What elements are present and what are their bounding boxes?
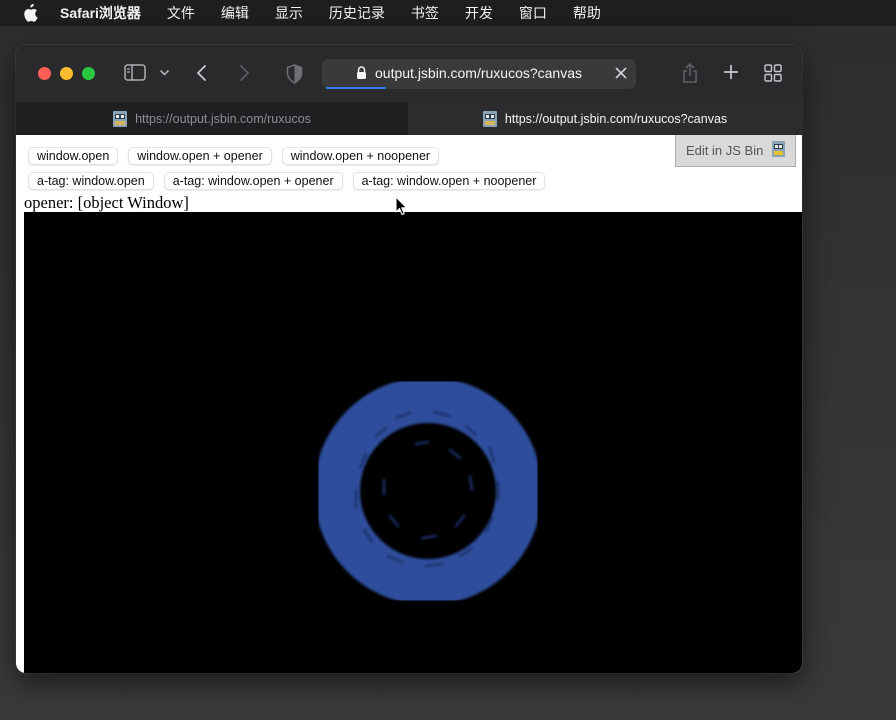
jsbin-logo-icon	[772, 141, 786, 160]
tab-title: https://output.jsbin.com/ruxucos?canvas	[504, 111, 728, 126]
menu-bar: Safari浏览器 文件 编辑 显示 历史记录 书签 开发 窗口 帮助	[0, 0, 896, 26]
web-page: window.open window.open + opener window.…	[16, 135, 802, 673]
mouse-cursor-icon	[395, 196, 408, 221]
tab-bar: https://output.jsbin.com/ruxucos https:/…	[16, 102, 802, 135]
page-load-progress	[326, 87, 386, 89]
new-tab-icon[interactable]	[723, 64, 739, 80]
tab-title: https://output.jsbin.com/ruxucos	[135, 111, 311, 126]
menu-edit[interactable]: 编辑	[221, 3, 249, 23]
edit-in-jsbin-link[interactable]: Edit in JS Bin	[675, 135, 796, 167]
clear-url-icon[interactable]	[614, 66, 628, 85]
atag-window-open-opener-button[interactable]: a-tag: window.open + opener	[163, 172, 343, 190]
opener-status-text: opener: [object Window]	[24, 193, 189, 212]
privacy-shield-icon[interactable]	[286, 64, 303, 84]
jsbin-favicon-icon	[482, 110, 497, 127]
forward-icon[interactable]	[238, 64, 250, 82]
menu-develop[interactable]: 开发	[465, 3, 493, 23]
webgl-canvas[interactable]	[24, 212, 802, 673]
apple-logo-icon[interactable]	[22, 3, 42, 23]
url-text[interactable]: output.jsbin.com/ruxucos?canvas	[375, 65, 582, 81]
menu-help[interactable]: 帮助	[573, 3, 601, 23]
window-open-button[interactable]: window.open	[28, 147, 119, 165]
tab-ruxucos-canvas[interactable]: https://output.jsbin.com/ruxucos?canvas	[408, 102, 802, 135]
tab-ruxucos[interactable]: https://output.jsbin.com/ruxucos	[16, 102, 408, 135]
safari-window: output.jsbin.com/ruxucos?canvas https://…	[16, 45, 802, 673]
minimize-window-button[interactable]	[60, 67, 73, 80]
button-row-2: a-tag: window.open a-tag: window.open + …	[28, 172, 555, 190]
menu-file[interactable]: 文件	[167, 3, 195, 23]
close-window-button[interactable]	[38, 67, 51, 80]
back-icon[interactable]	[196, 64, 208, 82]
menu-bookmarks[interactable]: 书签	[411, 3, 439, 23]
menu-view[interactable]: 显示	[275, 3, 303, 23]
tab-overview-icon[interactable]	[764, 64, 782, 82]
lock-icon	[356, 66, 367, 85]
chevron-down-icon[interactable]	[159, 69, 170, 77]
menu-window[interactable]: 窗口	[519, 3, 547, 23]
canvas-drawing	[314, 377, 542, 605]
jsbin-favicon-icon	[113, 110, 128, 127]
atag-window-open-button[interactable]: a-tag: window.open	[28, 172, 154, 190]
window-open-noopener-button[interactable]: window.open + noopener	[281, 147, 440, 165]
zoom-window-button[interactable]	[82, 67, 95, 80]
atag-window-open-noopener-button[interactable]: a-tag: window.open + noopener	[352, 172, 546, 190]
sidebar-toggle-icon[interactable]	[124, 64, 146, 81]
window-open-opener-button[interactable]: window.open + opener	[128, 147, 272, 165]
share-icon[interactable]	[681, 62, 699, 84]
edit-in-jsbin-label: Edit in JS Bin	[686, 143, 764, 158]
address-bar[interactable]: output.jsbin.com/ruxucos?canvas	[322, 59, 636, 89]
button-row-1: window.open window.open + opener window.…	[28, 147, 449, 165]
torus-ring	[314, 377, 542, 605]
toolbar: output.jsbin.com/ruxucos?canvas	[16, 45, 802, 102]
menu-app-safari[interactable]: Safari浏览器	[60, 3, 141, 23]
menu-history[interactable]: 历史记录	[329, 3, 385, 23]
